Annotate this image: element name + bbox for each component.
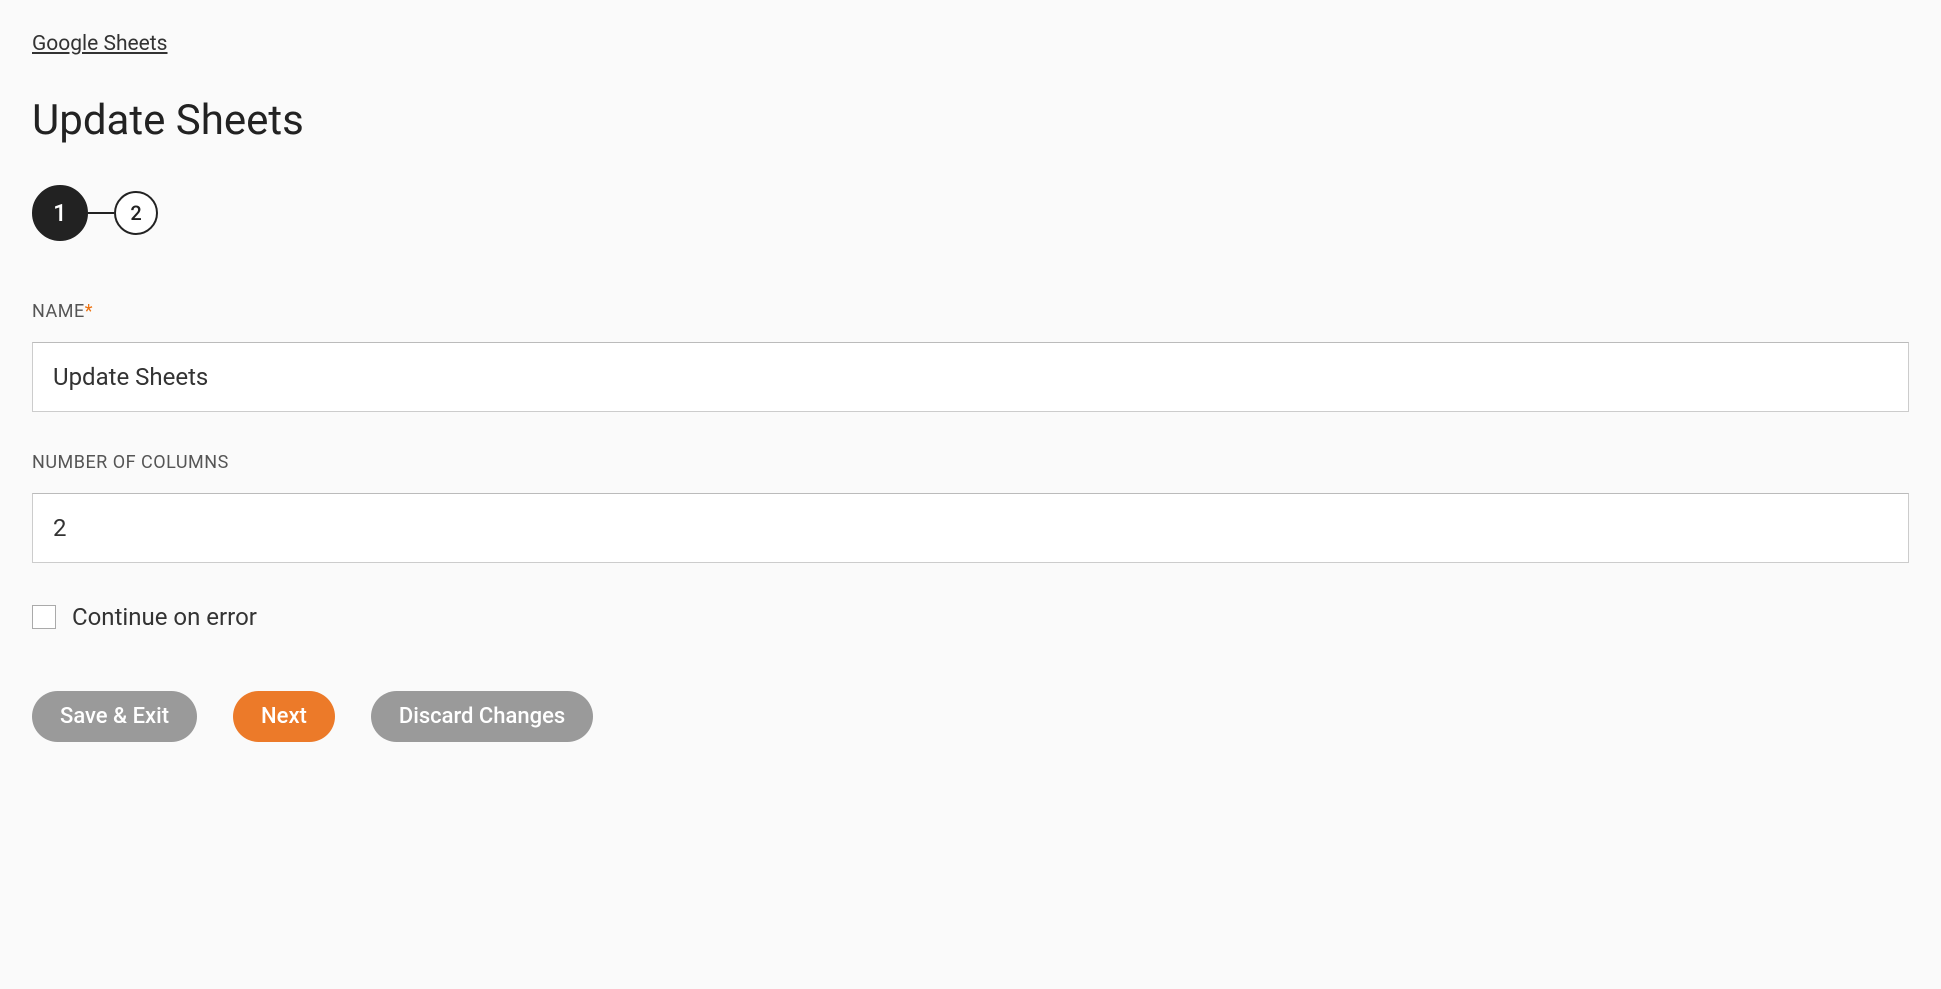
next-button[interactable]: Next xyxy=(233,691,335,742)
discard-changes-button[interactable]: Discard Changes xyxy=(371,691,593,742)
save-exit-button[interactable]: Save & Exit xyxy=(32,691,197,742)
form-group-columns: NUMBER OF COLUMNS xyxy=(32,452,1909,563)
required-asterisk-icon: * xyxy=(85,301,93,322)
name-label-text: NAME xyxy=(32,301,85,322)
step-1[interactable]: 1 xyxy=(32,185,88,241)
page-title: Update Sheets xyxy=(32,96,1909,145)
step-connector xyxy=(88,212,114,214)
continue-on-error-checkbox[interactable] xyxy=(32,605,56,629)
form-group-name: NAME* xyxy=(32,301,1909,412)
name-label: NAME* xyxy=(32,301,1909,322)
columns-input[interactable] xyxy=(32,493,1909,563)
breadcrumb: Google Sheets xyxy=(32,32,1909,56)
checkbox-group-continue-on-error: Continue on error xyxy=(32,603,1909,631)
continue-on-error-label: Continue on error xyxy=(72,603,257,631)
step-2[interactable]: 2 xyxy=(114,191,158,235)
columns-label: NUMBER OF COLUMNS xyxy=(32,452,1909,473)
stepper: 1 2 xyxy=(32,185,1909,241)
button-row: Save & Exit Next Discard Changes xyxy=(32,691,1909,742)
breadcrumb-link-google-sheets[interactable]: Google Sheets xyxy=(32,32,168,56)
name-input[interactable] xyxy=(32,342,1909,412)
